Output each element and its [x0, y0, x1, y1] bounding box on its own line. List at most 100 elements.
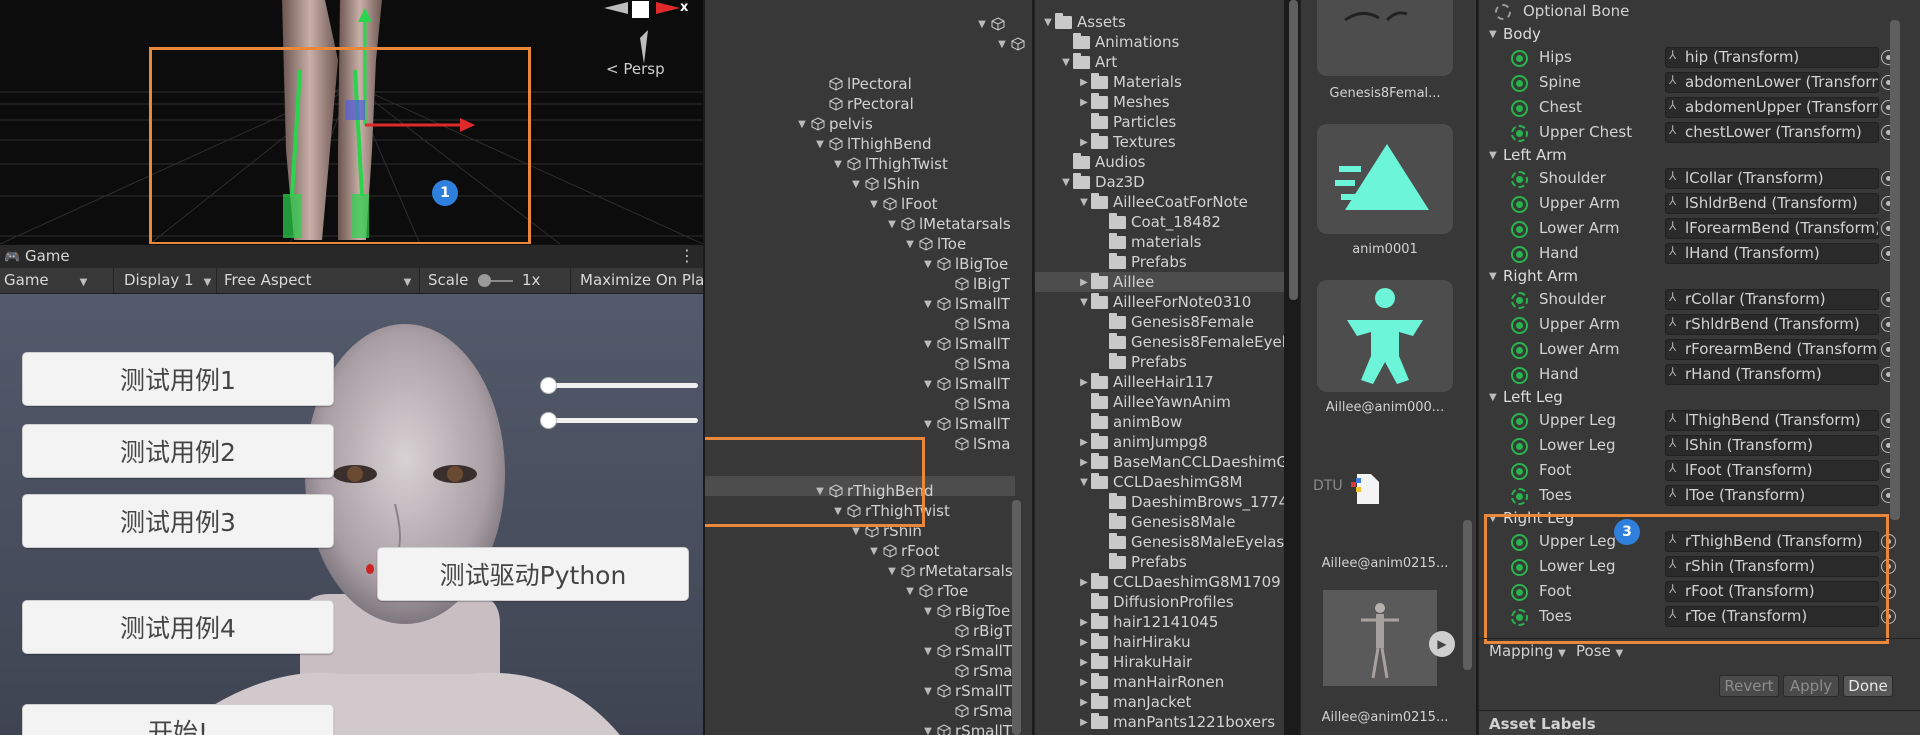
tree-row[interactable]: ▼	[995, 34, 1029, 54]
folder-row[interactable]: ▼ CCLDaeshimG8M	[1077, 472, 1243, 492]
tree-row[interactable]: ▼ lSmallT	[921, 294, 1010, 314]
folder-row[interactable]: ▼ Assets	[1041, 12, 1126, 32]
tree-row[interactable]: ▼ lThighTwist	[831, 154, 948, 174]
folder-row[interactable]: Genesis8Male	[1095, 512, 1235, 532]
bone-status-icon[interactable]	[1511, 246, 1528, 263]
folder-row[interactable]: ▶ manHairRonen	[1077, 672, 1224, 692]
bone-status-icon[interactable]	[1511, 221, 1528, 238]
tree-row[interactable]: rBigT	[939, 621, 1012, 641]
folder-row[interactable]: ▶ manJacket	[1077, 692, 1191, 712]
folder-row[interactable]: Coat_18482	[1095, 212, 1221, 232]
tree-row[interactable]: ▼ lBigToe	[921, 254, 1008, 274]
folder-row[interactable]: Prefabs	[1095, 352, 1187, 372]
folder-row[interactable]: ▶ HirakuHair	[1077, 652, 1192, 672]
folder-row[interactable]: ▼ Daz3D	[1059, 172, 1145, 192]
transform-field[interactable]: ⅄ abdomenUpper (Transform)	[1665, 97, 1879, 118]
asset-tile-genesis[interactable]	[1317, 0, 1453, 76]
tree-row[interactable]: ▼ rBigToe	[921, 601, 1010, 621]
bone-status-icon[interactable]	[1511, 100, 1528, 117]
folder-row[interactable]: Prefabs	[1095, 552, 1187, 572]
tree-row[interactable]: lSma	[939, 354, 1011, 374]
apply-button[interactable]: Apply	[1783, 675, 1839, 697]
transform-field[interactable]: ⅄ lHand (Transform)	[1665, 243, 1879, 264]
game-mode-dropdown[interactable]: Game ▼	[4, 271, 87, 289]
pose-dropdown[interactable]: Pose ▼	[1576, 642, 1623, 660]
scene-view[interactable]: x < Persp 1	[0, 0, 703, 244]
folder-row[interactable]: ▶ Materials	[1077, 72, 1182, 92]
aspect-dropdown[interactable]: Free Aspect ▼	[224, 271, 411, 289]
transform-field[interactable]: ⅄ lThighBend (Transform)	[1665, 410, 1879, 431]
bone-row[interactable]: Upper Arm ⅄ rShldrBend (Transform)	[1479, 313, 1899, 337]
game-tab[interactable]: 🎮 Game	[4, 247, 70, 265]
tree-row[interactable]: ▼ pelvis	[795, 114, 873, 134]
folder-row[interactable]: Genesis8MaleEyelashes	[1095, 532, 1284, 552]
play-icon[interactable]: ▶	[1429, 631, 1455, 657]
transform-field[interactable]: ⅄ lToe (Transform)	[1665, 485, 1879, 506]
tree-row[interactable]: lPectoral	[813, 74, 912, 94]
folder-row[interactable]: ▶ Textures	[1077, 132, 1176, 152]
test-case-4-button[interactable]: 测试用例4	[22, 600, 334, 654]
bone-row[interactable]: Hand ⅄ lHand (Transform)	[1479, 242, 1899, 266]
bone-status-icon[interactable]	[1511, 342, 1528, 359]
model-thumbnail[interactable]	[1323, 590, 1437, 686]
bone-status-icon[interactable]	[1511, 463, 1528, 480]
folder-row[interactable]: Genesis8FemaleEyelashes	[1095, 332, 1284, 352]
display-dropdown[interactable]: Display 1 ▼	[124, 271, 211, 289]
folder-row[interactable]: ▶ Aillee	[1077, 272, 1154, 292]
project-panel[interactable]: ▼ Assets Animations ▼ Art ▶ Materials ▶ Meshes Pa…	[1034, 0, 1284, 735]
transform-field[interactable]: ⅄ lForearmBend (Transform)	[1665, 218, 1879, 239]
folder-row[interactable]: ▶ manPants1221boxers	[1077, 712, 1275, 732]
folder-row[interactable]: ▼ AilleeCoatForNote	[1077, 192, 1248, 212]
transform-field[interactable]: ⅄ rCollar (Transform)	[1665, 289, 1879, 310]
inspector-scrollbar[interactable]	[1890, 20, 1900, 520]
bone-row[interactable]: Lower Leg ⅄ lShin (Transform)	[1479, 434, 1899, 458]
orientation-gizmo-cube[interactable]	[632, 1, 649, 18]
asset-tile-anim0001[interactable]	[1317, 124, 1453, 234]
slider-1-track[interactable]	[548, 383, 698, 388]
folder-row[interactable]: ▶ hairHiraku	[1077, 632, 1191, 652]
folder-row[interactable]: Genesis8Female	[1095, 312, 1254, 332]
tree-row[interactable]: lSma	[939, 394, 1011, 414]
done-button[interactable]: Done	[1843, 675, 1893, 697]
tree-row[interactable]: ▼ lShin	[849, 174, 920, 194]
folder-row[interactable]: materials	[1095, 232, 1201, 252]
bone-row[interactable]: Chest ⅄ abdomenUpper (Transform)	[1479, 96, 1899, 120]
tree-row[interactable]: ▼ lSmallT	[921, 374, 1010, 394]
transform-field[interactable]: ⅄ lFoot (Transform)	[1665, 460, 1879, 481]
tree-row[interactable]: ▼ lToe	[903, 234, 966, 254]
section-header[interactable]: ▼ Right Arm	[1489, 267, 1578, 285]
tree-row[interactable]: ▼ rFoot	[867, 541, 939, 561]
game-view[interactable]: 测试用例1 测试用例2 测试用例3 测试用例4 开始! 测试驱动Python	[0, 294, 703, 735]
folder-row[interactable]: ▼ AilleeForNote0310	[1077, 292, 1251, 312]
transform-field[interactable]: ⅄ rForearmBend (Transform)	[1665, 339, 1879, 360]
bone-row[interactable]: Upper Arm ⅄ lShldrBend (Transform)	[1479, 192, 1899, 216]
asset-tile-avatar[interactable]	[1317, 280, 1453, 392]
bone-row[interactable]: Shoulder ⅄ lCollar (Transform)	[1479, 167, 1899, 191]
bone-row[interactable]: Foot ⅄ lFoot (Transform)	[1479, 459, 1899, 483]
transform-field[interactable]: ⅄ lCollar (Transform)	[1665, 168, 1879, 189]
preview-scrollbar[interactable]	[1463, 520, 1472, 670]
tree-row[interactable]: ▼ lFoot	[867, 194, 937, 214]
bone-row[interactable]: Hand ⅄ rHand (Transform)	[1479, 363, 1899, 387]
scale-slider-thumb[interactable]	[478, 274, 491, 287]
tree-row[interactable]: ▼ lMetatarsals	[885, 214, 1011, 234]
slider-1-handle[interactable]	[540, 377, 557, 394]
test-case-2-button[interactable]: 测试用例2	[22, 424, 334, 478]
bone-status-icon[interactable]	[1511, 488, 1528, 505]
transform-field[interactable]: ⅄ abdomenLower (Transform)	[1665, 72, 1879, 93]
tree-row[interactable]: lBigT	[939, 274, 1010, 294]
mapping-dropdown[interactable]: Mapping ▼	[1489, 642, 1566, 660]
hierarchy-scrollbar[interactable]	[1012, 500, 1021, 735]
bone-row[interactable]: Toes ⅄ lToe (Transform)	[1479, 484, 1899, 508]
folder-row[interactable]: Particles	[1077, 112, 1176, 132]
tree-row[interactable]: rSma	[939, 701, 1013, 721]
folder-row[interactable]: Audios	[1059, 152, 1145, 172]
bone-status-icon[interactable]	[1511, 438, 1528, 455]
bone-row[interactable]: Hips ⅄ hip (Transform)	[1479, 46, 1899, 70]
avatar-mapping-inspector[interactable]: Optional Bone ▼ Body Hips ⅄ hip (Transform) S…	[1478, 0, 1920, 735]
transform-field[interactable]: ⅄ rHand (Transform)	[1665, 364, 1879, 385]
tree-row[interactable]: ▼ lSmallT	[921, 334, 1010, 354]
folder-row[interactable]: DaeshimBrows_17746	[1095, 492, 1284, 512]
folder-row[interactable]: Prefabs	[1095, 252, 1187, 272]
bone-status-icon[interactable]	[1511, 125, 1528, 142]
